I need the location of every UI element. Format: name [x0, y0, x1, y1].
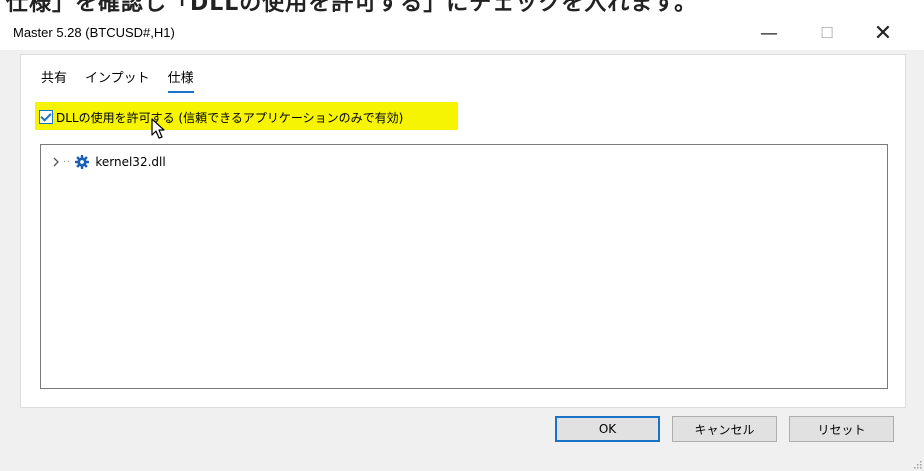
minimize-button[interactable]: — [746, 16, 792, 50]
dependency-tree[interactable]: ·· kernel32.dll [40, 144, 888, 389]
gear-icon [75, 155, 90, 169]
chevron-right-icon[interactable] [51, 155, 61, 169]
tab-dependencies[interactable]: 仕様 [167, 67, 194, 93]
title-bar: Master 5.28 (BTCUSD#,H1) — ☐ ✕ [0, 16, 924, 50]
caption-text: 仕様」を確認し「DLLの使用を許可する」にチェックを入れます。 [6, 0, 698, 16]
tab-inputs[interactable]: インプット [85, 67, 150, 91]
mouse-cursor-icon [151, 118, 165, 139]
tree-connector: ·· [63, 156, 72, 168]
allow-dll-checkbox[interactable] [39, 110, 53, 124]
reset-button[interactable]: リセット [789, 416, 894, 442]
maximize-icon: ☐ [820, 24, 834, 42]
dialog-client-area: 共有 インプット 仕様 DLLの使用を許可する (信頼できるアプリケーションのみ… [0, 50, 924, 471]
tab-panel: 共有 インプット 仕様 DLLの使用を許可する (信頼できるアプリケーションのみ… [20, 54, 906, 408]
cancel-button[interactable]: キャンセル [672, 416, 777, 442]
caption-fragment: 仕様」を確認し「DLLの使用を許可する」にチェックを入れます。 [0, 0, 924, 16]
window-title: Master 5.28 (BTCUSD#,H1) [13, 25, 175, 40]
resize-grip-icon[interactable] [912, 459, 922, 469]
close-button[interactable]: ✕ [860, 16, 906, 50]
allow-dll-label: DLLの使用を許可する (信頼できるアプリケーションのみで有効) [56, 110, 404, 125]
tree-item-label: kernel32.dll [95, 155, 166, 169]
tab-common[interactable]: 共有 [41, 67, 67, 91]
allow-dll-checkbox-row[interactable]: DLLの使用を許可する (信頼できるアプリケーションのみで有効) [39, 108, 403, 126]
minimize-icon: — [760, 22, 778, 44]
ok-button[interactable]: OK [555, 416, 660, 442]
tree-item[interactable]: ·· kernel32.dll [51, 153, 166, 171]
tab-strip: 共有 インプット 仕様 [41, 67, 194, 93]
close-icon: ✕ [873, 20, 893, 46]
maximize-button[interactable]: ☐ [804, 16, 850, 50]
